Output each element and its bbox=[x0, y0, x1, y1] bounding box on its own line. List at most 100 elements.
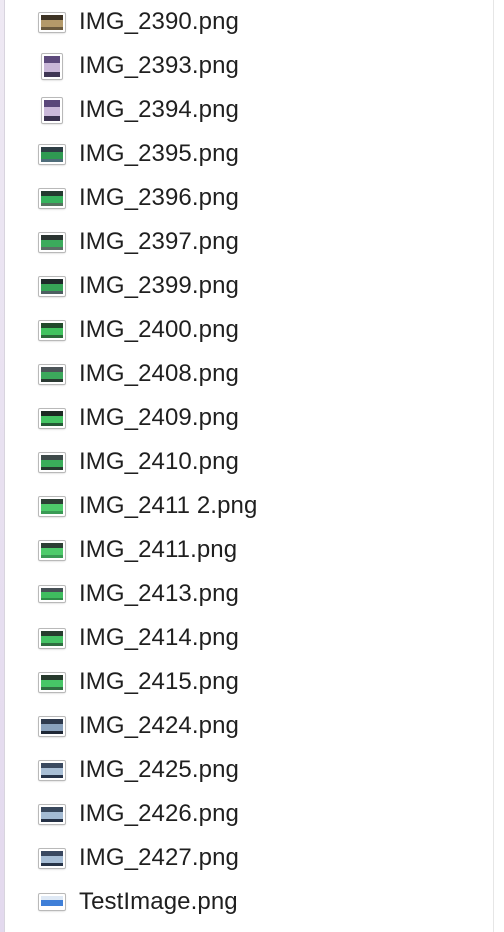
thumbnail-image bbox=[39, 12, 65, 32]
thumbnail-image bbox=[39, 628, 65, 648]
thumbnail-image bbox=[39, 408, 65, 428]
thumbnail-image bbox=[39, 232, 65, 252]
thumbnail-band bbox=[41, 19, 63, 27]
image-thumbnail-icon bbox=[38, 276, 66, 296]
file-row[interactable]: IMG_2408.png bbox=[5, 352, 493, 396]
thumbnail-image bbox=[39, 496, 65, 516]
file-row[interactable]: IMG_2415.png bbox=[5, 660, 493, 704]
thumbnail-band bbox=[41, 510, 63, 514]
thumbnail-image bbox=[39, 452, 65, 472]
thumbnail-band bbox=[41, 290, 63, 294]
image-thumbnail-icon bbox=[38, 232, 66, 252]
image-thumbnail-icon bbox=[38, 672, 66, 692]
file-row[interactable]: IMG_2414.png bbox=[5, 616, 493, 660]
thumbnail-image bbox=[39, 276, 65, 296]
file-row[interactable]: IMG_2411 2.png bbox=[5, 484, 493, 528]
file-row[interactable]: IMG_2399.png bbox=[5, 264, 493, 308]
file-row[interactable]: IMG_2427.png bbox=[5, 836, 493, 880]
image-thumbnail-icon bbox=[38, 804, 66, 824]
window-right-edge bbox=[493, 0, 504, 932]
file-name: IMG_2395.png bbox=[79, 140, 239, 167]
thumbnail-band bbox=[44, 116, 60, 121]
thumbnail-band bbox=[41, 811, 63, 819]
file-name: IMG_2393.png bbox=[79, 52, 239, 79]
thumbnail-band bbox=[41, 459, 63, 467]
file-row[interactable]: IMG_2400.png bbox=[5, 308, 493, 352]
thumbnail-image bbox=[39, 672, 65, 692]
file-row[interactable]: IMG_2425.png bbox=[5, 748, 493, 792]
image-thumbnail-icon bbox=[38, 584, 66, 604]
image-thumbnail-icon bbox=[38, 848, 66, 868]
file-row[interactable]: IMG_2395.png bbox=[5, 132, 493, 176]
file-name: IMG_2410.png bbox=[79, 448, 239, 475]
thumbnail-band bbox=[41, 422, 63, 426]
image-thumbnail-icon bbox=[38, 760, 66, 780]
thumbnail-band bbox=[41, 818, 63, 822]
thumbnail-image bbox=[39, 188, 65, 208]
file-name: IMG_2397.png bbox=[79, 228, 239, 255]
file-name: IMG_2390.png bbox=[79, 8, 239, 35]
thumbnail-band bbox=[41, 679, 63, 687]
image-thumbnail-icon bbox=[38, 540, 66, 560]
file-name: IMG_2425.png bbox=[79, 756, 239, 783]
image-thumbnail-icon bbox=[38, 408, 66, 428]
image-thumbnail-icon bbox=[38, 320, 66, 340]
file-name: IMG_2413.png bbox=[79, 580, 239, 607]
file-name: IMG_2399.png bbox=[79, 272, 239, 299]
thumbnail-band bbox=[44, 62, 60, 73]
file-name: IMG_2415.png bbox=[79, 668, 239, 695]
thumbnail-band bbox=[41, 26, 63, 30]
file-row[interactable]: IMG_2409.png bbox=[5, 396, 493, 440]
thumbnail-band bbox=[41, 503, 63, 511]
thumbnail-band bbox=[41, 466, 63, 470]
file-row[interactable]: IMG_2390.png bbox=[5, 0, 493, 44]
thumbnail-band bbox=[41, 202, 63, 206]
thumbnail-band bbox=[41, 415, 63, 423]
file-row[interactable]: IMG_2394.png bbox=[5, 88, 493, 132]
thumbnail-band bbox=[41, 371, 63, 379]
thumbnail-image bbox=[39, 716, 65, 736]
thumbnail-band bbox=[41, 239, 63, 247]
file-row[interactable]: IMG_2426.png bbox=[5, 792, 493, 836]
file-row[interactable]: IMG_2410.png bbox=[5, 440, 493, 484]
thumbnail-band bbox=[41, 862, 63, 866]
file-row[interactable]: IMG_2413.png bbox=[5, 572, 493, 616]
file-row[interactable]: IMG_2411.png bbox=[5, 528, 493, 572]
image-thumbnail-icon bbox=[38, 364, 66, 384]
thumbnail-image bbox=[39, 760, 65, 780]
file-name: IMG_2394.png bbox=[79, 96, 239, 123]
thumbnail-band bbox=[41, 767, 63, 775]
thumbnail-image bbox=[42, 53, 62, 79]
image-thumbnail-icon bbox=[38, 452, 66, 472]
thumbnail-image bbox=[39, 586, 65, 602]
thumbnail-band bbox=[41, 642, 63, 646]
thumbnail-image bbox=[39, 848, 65, 868]
file-row[interactable]: IMG_2396.png bbox=[5, 176, 493, 220]
thumbnail-band bbox=[41, 195, 63, 203]
file-name: IMG_2414.png bbox=[79, 624, 239, 651]
thumbnail-band bbox=[44, 72, 60, 77]
thumbnail-image bbox=[39, 804, 65, 824]
thumbnail-band bbox=[41, 905, 63, 908]
file-row[interactable]: IMG_2397.png bbox=[5, 220, 493, 264]
thumbnail-band bbox=[41, 597, 63, 600]
file-row[interactable]: TestImage.png bbox=[5, 880, 493, 924]
thumbnail-image bbox=[39, 894, 65, 910]
image-thumbnail-icon bbox=[38, 144, 66, 164]
image-thumbnail-icon bbox=[38, 97, 66, 123]
thumbnail-image bbox=[39, 144, 65, 164]
thumbnail-band bbox=[41, 855, 63, 863]
file-name: IMG_2424.png bbox=[79, 712, 239, 739]
thumbnail-band bbox=[41, 686, 63, 690]
thumbnail-band bbox=[41, 334, 63, 338]
thumbnail-band bbox=[41, 151, 63, 159]
image-thumbnail-icon bbox=[38, 188, 66, 208]
thumbnail-band bbox=[41, 283, 63, 291]
file-row[interactable]: IMG_2424.png bbox=[5, 704, 493, 748]
thumbnail-band bbox=[41, 547, 63, 555]
thumbnail-image bbox=[39, 320, 65, 340]
thumbnail-band bbox=[41, 774, 63, 778]
file-list: IMG_2390.png IMG_2393.png IMG_2394.png I… bbox=[5, 0, 493, 924]
file-row[interactable]: IMG_2393.png bbox=[5, 44, 493, 88]
image-thumbnail-icon bbox=[38, 496, 66, 516]
